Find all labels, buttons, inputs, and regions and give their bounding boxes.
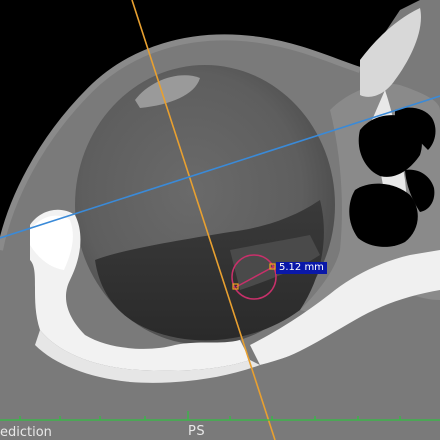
series-label: ediction [0, 425, 52, 440]
ct-scan-image [0, 0, 440, 440]
image-viewport[interactable]: 5.12 mm ediction PS [0, 0, 440, 440]
measurement-label[interactable]: 5.12 mm [276, 262, 327, 274]
orientation-label: PS [188, 424, 206, 439]
